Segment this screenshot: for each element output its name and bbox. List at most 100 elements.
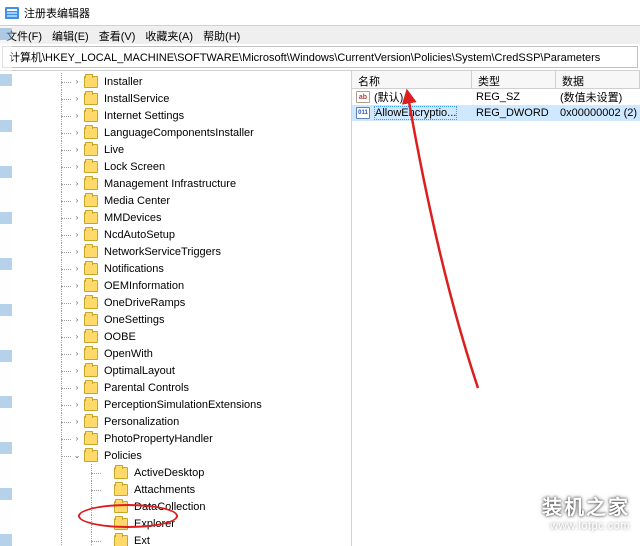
chevron-right-icon[interactable]: › [72, 281, 82, 291]
tree-item[interactable]: › MMDevices [72, 209, 351, 226]
chevron-right-icon[interactable]: › [72, 77, 82, 87]
tree-item[interactable]: ActiveDesktop [102, 464, 351, 481]
chevron-right-icon[interactable]: › [72, 111, 82, 121]
value-data: (数值未设置) [556, 89, 640, 105]
tree-item[interactable]: Explorer [102, 515, 351, 532]
menu-view[interactable]: 查看(V) [99, 28, 136, 42]
tree-item[interactable]: › PerceptionSimulationExtensions [72, 396, 351, 413]
chevron-right-icon[interactable]: › [72, 247, 82, 257]
tree-pane[interactable]: ›Installer›InstallService›Internet Setti… [0, 71, 352, 546]
tree-item-label: MMDevices [102, 212, 163, 224]
titlebar: 注册表编辑器 [0, 0, 640, 26]
chevron-right-icon[interactable]: › [72, 434, 82, 444]
folder-icon [84, 348, 98, 360]
value-row[interactable]: 011AllowEncryptio...REG_DWORD0x00000002 … [352, 105, 640, 121]
tree-item[interactable]: ›Live [72, 141, 351, 158]
folder-icon [84, 382, 98, 394]
tree-item[interactable]: › PhotoPropertyHandler [72, 430, 351, 447]
tree-item[interactable]: ›OneSettings [72, 311, 351, 328]
tree-item-label: OOBE [102, 331, 138, 343]
chevron-right-icon[interactable]: › [72, 213, 82, 223]
folder-icon [114, 484, 128, 496]
col-header-data[interactable]: 数据 [556, 71, 640, 88]
chevron-right-icon[interactable]: › [72, 366, 82, 376]
chevron-right-icon[interactable]: › [72, 298, 82, 308]
tree-item-label: NcdAutoSetup [102, 229, 177, 241]
tree-item[interactable]: ›OpenWith [72, 345, 351, 362]
chevron-right-icon[interactable]: › [72, 315, 82, 325]
tree-item[interactable]: ›Parental Controls [72, 379, 351, 396]
chevron-right-icon[interactable]: › [72, 145, 82, 155]
tree-item[interactable]: ›Installer [72, 73, 351, 90]
address-bar[interactable]: 计算机\HKEY_LOCAL_MACHINE\SOFTWARE\Microsof… [2, 46, 638, 68]
chevron-right-icon[interactable]: › [72, 128, 82, 138]
window-title: 注册表编辑器 [24, 5, 90, 21]
tree-item[interactable]: DataCollection [102, 498, 351, 515]
folder-icon [84, 263, 98, 275]
value-data: 0x00000002 (2) [556, 107, 640, 119]
menu-favorites[interactable]: 收藏夹(A) [145, 28, 193, 42]
folder-icon [84, 246, 98, 258]
tree-item[interactable]: ›OptimalLayout [72, 362, 351, 379]
col-header-name[interactable]: 名称 [352, 71, 472, 88]
tree-item-label: InstallService [102, 93, 171, 105]
tree-item[interactable]: Ext [102, 532, 351, 546]
col-header-type[interactable]: 类型 [472, 71, 556, 88]
value-type: REG_SZ [472, 91, 556, 103]
tree-item[interactable]: Attachments [102, 481, 351, 498]
tree-item[interactable]: ›OEMInformation [72, 277, 351, 294]
tree-item-label: Explorer [132, 518, 177, 530]
folder-icon [84, 229, 98, 241]
tree-item-label: PhotoPropertyHandler [102, 433, 215, 445]
chevron-right-icon[interactable]: › [72, 94, 82, 104]
tree-item[interactable]: › Management Infrastructure [72, 175, 351, 192]
tree-item-label: DataCollection [132, 501, 208, 513]
chevron-right-icon[interactable]: › [72, 332, 82, 342]
folder-icon [114, 501, 128, 513]
chevron-right-icon[interactable]: › [72, 179, 82, 189]
tree-item[interactable]: ›LanguageComponentsInstaller [72, 124, 351, 141]
chevron-right-icon[interactable]: › [72, 264, 82, 274]
tree-item-label: Attachments [132, 484, 197, 496]
tree-item[interactable]: ⌄Policies [72, 447, 351, 464]
folder-icon [84, 416, 98, 428]
tree-item[interactable]: ›Personalization [72, 413, 351, 430]
value-row[interactable]: ab(默认)REG_SZ(数值未设置) [352, 89, 640, 105]
folder-icon [114, 518, 128, 530]
tree-item[interactable]: › Lock Screen [72, 158, 351, 175]
tree-item[interactable]: ›NetworkServiceTriggers [72, 243, 351, 260]
chevron-right-icon[interactable]: › [72, 400, 82, 410]
tree-item[interactable]: ›Media Center [72, 192, 351, 209]
folder-icon [84, 76, 98, 88]
expander-none [102, 536, 112, 546]
folder-icon [84, 314, 98, 326]
tree-item-label: Notifications [102, 263, 166, 275]
chevron-right-icon[interactable]: › [72, 162, 82, 172]
menu-edit[interactable]: 编辑(E) [52, 28, 89, 42]
folder-icon [84, 178, 98, 190]
folder-icon [84, 195, 98, 207]
folder-icon [84, 110, 98, 122]
tree-item[interactable]: › Notifications [72, 260, 351, 277]
column-headers: 名称 类型 数据 [352, 71, 640, 89]
chevron-down-icon[interactable]: ⌄ [72, 451, 82, 461]
chevron-right-icon[interactable]: › [72, 417, 82, 427]
expander-none [102, 468, 112, 478]
tree-item-label: Management Infrastructure [102, 178, 238, 190]
menu-file[interactable]: 文件(F) [6, 28, 42, 42]
tree-item[interactable]: › OOBE [72, 328, 351, 345]
tree-item[interactable]: ›OneDriveRamps [72, 294, 351, 311]
menu-help[interactable]: 帮助(H) [203, 28, 240, 42]
chevron-right-icon[interactable]: › [72, 383, 82, 393]
tree-item-label: PerceptionSimulationExtensions [102, 399, 264, 411]
tree-item-label: Lock Screen [102, 161, 167, 173]
chevron-right-icon[interactable]: › [72, 196, 82, 206]
folder-icon [84, 127, 98, 139]
folder-icon [84, 280, 98, 292]
chevron-right-icon[interactable]: › [72, 230, 82, 240]
folder-icon [114, 467, 128, 479]
tree-item[interactable]: ›Internet Settings [72, 107, 351, 124]
tree-item[interactable]: › NcdAutoSetup [72, 226, 351, 243]
chevron-right-icon[interactable]: › [72, 349, 82, 359]
tree-item[interactable]: › InstallService [72, 90, 351, 107]
